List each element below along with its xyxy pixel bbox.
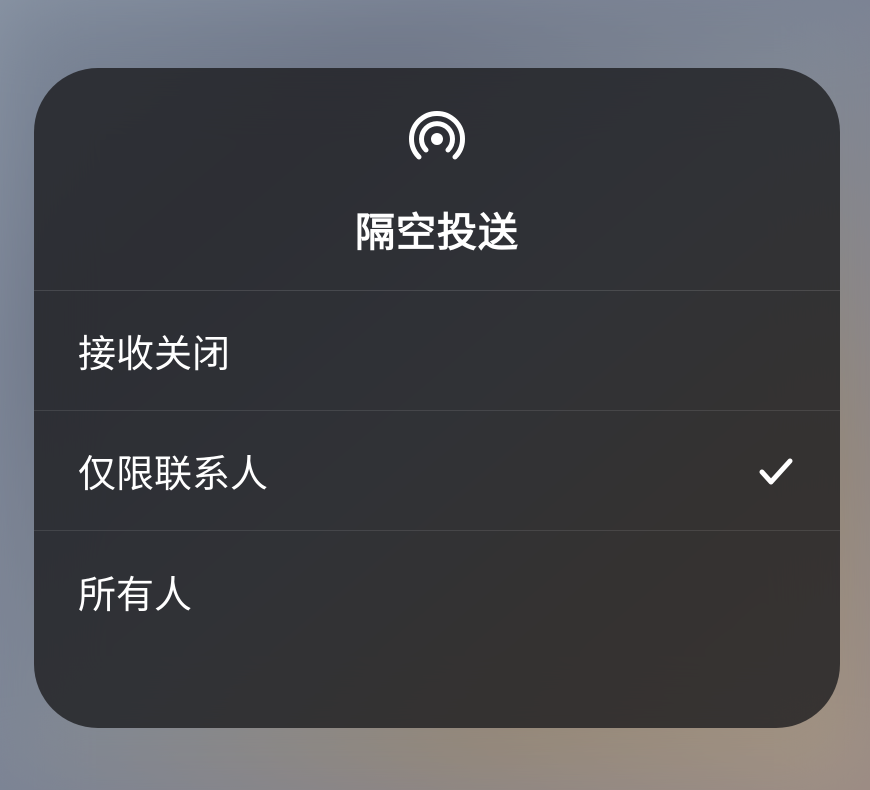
option-label: 所有人 bbox=[78, 564, 192, 619]
option-everyone[interactable]: 所有人 bbox=[34, 531, 840, 651]
airdrop-settings-panel: 隔空投送 接收关闭 仅限联系人 所有人 bbox=[34, 68, 840, 728]
airdrop-icon bbox=[404, 106, 470, 172]
option-contacts-only[interactable]: 仅限联系人 bbox=[34, 411, 840, 531]
panel-header: 隔空投送 bbox=[34, 68, 840, 291]
option-label: 仅限联系人 bbox=[78, 443, 268, 498]
panel-title: 隔空投送 bbox=[355, 200, 519, 258]
option-receiving-off[interactable]: 接收关闭 bbox=[34, 291, 840, 411]
option-label: 接收关闭 bbox=[78, 323, 230, 378]
checkmark-icon bbox=[756, 451, 796, 491]
options-list: 接收关闭 仅限联系人 所有人 bbox=[34, 291, 840, 728]
